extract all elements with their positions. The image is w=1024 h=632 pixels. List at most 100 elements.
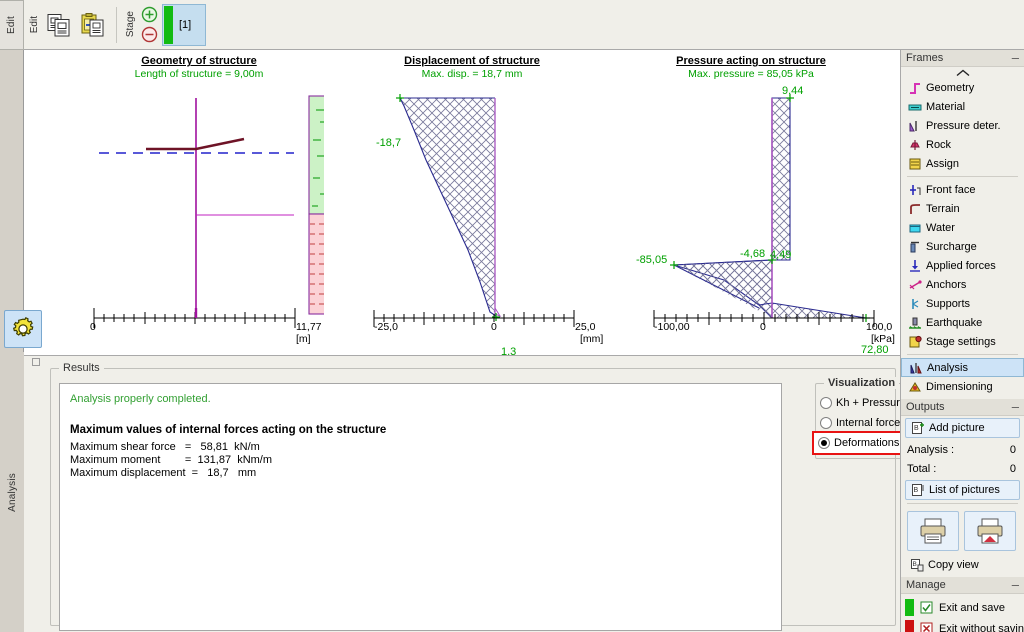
chart-1-unit: [m] bbox=[296, 333, 311, 345]
remove-stage-button[interactable] bbox=[140, 26, 158, 44]
exit-without-saving-color-bar bbox=[905, 620, 914, 632]
radio-internal-forces-indicator[interactable] bbox=[820, 417, 832, 429]
results-line-moment: Maximum moment = 131,87 kNm/m bbox=[70, 454, 273, 466]
results-pane: Results Analysis properly completed. Max… bbox=[24, 356, 953, 632]
manage-minimize-button[interactable]: – bbox=[1012, 578, 1019, 591]
toolbar-edit-label: Edit bbox=[29, 15, 40, 34]
sidebar-divider-3 bbox=[907, 503, 1018, 504]
sidebar-item-pressure-deter[interactable]: Pressure deter. bbox=[901, 116, 1024, 135]
supports-icon bbox=[907, 296, 922, 311]
copy-button[interactable] bbox=[42, 5, 76, 45]
sidebar-item-stage-settings[interactable]: Stage settings bbox=[901, 332, 1024, 351]
sidebar-item-rock-label: Rock bbox=[926, 138, 952, 151]
stage-tab-1[interactable]: [1] bbox=[162, 3, 207, 46]
outputs-analysis-count-row: Analysis : 0 bbox=[901, 440, 1024, 459]
chart-3-label-top: 9,44 bbox=[782, 85, 804, 97]
pressure-determination-icon bbox=[907, 118, 922, 133]
chart-1-axis-max: 11,77 bbox=[296, 321, 322, 333]
chevron-up-icon bbox=[956, 69, 969, 76]
settings-gear-button[interactable] bbox=[4, 310, 42, 348]
geometry-icon bbox=[907, 80, 922, 95]
frames-collapse-chevron[interactable] bbox=[901, 67, 1024, 78]
sidebar-item-analysis[interactable]: Analysis bbox=[901, 358, 1024, 377]
sidebar-item-rock[interactable]: Rock bbox=[901, 135, 1024, 154]
sidebar-item-assign-label: Assign bbox=[926, 157, 960, 170]
sidebar-item-anchors[interactable]: Anchors bbox=[901, 275, 1024, 294]
outputs-minimize-button[interactable]: – bbox=[1012, 400, 1019, 413]
exit-without-saving-button[interactable]: Exit without saving bbox=[901, 618, 1024, 632]
front-face-icon bbox=[907, 182, 922, 197]
sidebar-item-surcharge[interactable]: Surcharge bbox=[901, 237, 1024, 256]
frames-section-header[interactable]: Frames – bbox=[901, 50, 1024, 67]
pane-splitter[interactable] bbox=[24, 356, 900, 366]
results-group: Results Analysis properly completed. Max… bbox=[50, 362, 953, 631]
sidebar-item-assign[interactable]: Assign bbox=[901, 154, 1024, 173]
results-line-displacement: Maximum displacement = 18,7 mm bbox=[70, 467, 257, 479]
add-picture-icon: B bbox=[910, 421, 925, 436]
assign-icon bbox=[907, 156, 922, 171]
sidebar-item-front-face[interactable]: Front face bbox=[901, 180, 1024, 199]
frames-minimize-button[interactable]: – bbox=[1012, 51, 1019, 64]
sidebar-item-dimensioning[interactable]: Dimensioning bbox=[901, 377, 1024, 396]
sidebar-item-supports[interactable]: Supports bbox=[901, 294, 1024, 313]
chart-1-axis-min: 0 bbox=[90, 321, 96, 333]
sidebar-item-material[interactable]: Material bbox=[901, 97, 1024, 116]
sidebar-item-geometry-label: Geometry bbox=[926, 81, 975, 94]
surcharge-icon bbox=[907, 239, 922, 254]
sidebar-item-terrain[interactable]: Terrain bbox=[901, 199, 1024, 218]
add-stage-button[interactable] bbox=[140, 6, 158, 24]
results-text-box[interactable]: Analysis properly completed. Maximum val… bbox=[59, 383, 782, 631]
radio-internal-forces-label: Internal forces bbox=[836, 417, 906, 429]
print-buttons-row bbox=[901, 507, 1024, 553]
radio-deformations-stresses-indicator[interactable] bbox=[818, 437, 830, 449]
copy-view-button[interactable]: B Copy view bbox=[905, 555, 1020, 575]
radio-kh-pressures-indicator[interactable] bbox=[820, 397, 832, 409]
chart-3-axis-mid: 0 bbox=[760, 321, 766, 333]
sidebar-item-earthquake[interactable]: Earthquake bbox=[901, 313, 1024, 332]
results-heading: Maximum values of internal forces acting… bbox=[70, 424, 387, 436]
vertical-tab-analysis[interactable]: Analysis bbox=[0, 352, 24, 632]
add-picture-button[interactable]: B Add picture bbox=[905, 418, 1020, 438]
chart-3-label-max: 72,80 bbox=[861, 344, 889, 356]
analysis-icon bbox=[908, 360, 923, 375]
list-of-pictures-button[interactable]: B List of pictures bbox=[905, 480, 1020, 500]
sidebar-item-geometry[interactable]: Geometry bbox=[901, 78, 1024, 97]
sidebar-item-front-face-label: Front face bbox=[926, 183, 976, 196]
manage-section-header[interactable]: Manage – bbox=[901, 577, 1024, 594]
chart-3-axis-max: 100,0 bbox=[866, 321, 893, 333]
svg-text:B: B bbox=[912, 561, 916, 568]
chart-2-label-tip: 1,3 bbox=[501, 346, 517, 356]
sidebar-item-applied-forces[interactable]: Applied forces bbox=[901, 256, 1024, 275]
paste-button[interactable] bbox=[76, 5, 110, 45]
outputs-section-header[interactable]: Outputs – bbox=[901, 399, 1024, 416]
stage-color-bar bbox=[164, 5, 173, 44]
copy-view-icon: B bbox=[909, 558, 924, 573]
toolbar-group-edit: Edit bbox=[24, 0, 113, 50]
sidebar-item-dimensioning-label: Dimensioning bbox=[926, 380, 993, 393]
svg-text:B: B bbox=[914, 425, 919, 432]
gear-icon bbox=[12, 317, 34, 337]
list-of-pictures-icon: B bbox=[910, 483, 925, 498]
exit-and-save-button[interactable]: Exit and save bbox=[901, 597, 1024, 618]
right-sidebar: Frames – Geometry Material Pressure dete… bbox=[900, 50, 1024, 632]
print-button[interactable] bbox=[907, 511, 959, 551]
chart-3-label-pos-mid: 4,49 bbox=[770, 249, 792, 261]
svg-text:B: B bbox=[913, 487, 918, 494]
outputs-analysis-count: 0 bbox=[1009, 443, 1016, 456]
sidebar-item-water[interactable]: Water bbox=[901, 218, 1024, 237]
printer-icon bbox=[920, 518, 946, 544]
analysis-status-text: Analysis properly completed. bbox=[70, 393, 211, 405]
check-box-icon bbox=[919, 600, 934, 615]
dimensioning-icon bbox=[907, 379, 922, 394]
vertical-tab-edit[interactable]: Edit bbox=[0, 0, 24, 50]
drawing-canvas[interactable]: Geometry of structure Length of structur… bbox=[24, 50, 900, 356]
print-report-button[interactable] bbox=[964, 511, 1016, 551]
stage-tab-label: [1] bbox=[179, 18, 192, 31]
results-line-shear: Maximum shear force = 58,81 kN/m bbox=[70, 441, 260, 453]
splitter-grip[interactable] bbox=[32, 358, 40, 366]
rock-icon bbox=[907, 137, 922, 152]
chart-1-drawing bbox=[93, 95, 324, 328]
outputs-section-title: Outputs bbox=[906, 401, 945, 413]
chart-2-drawing bbox=[373, 94, 575, 327]
anchors-icon bbox=[907, 277, 922, 292]
